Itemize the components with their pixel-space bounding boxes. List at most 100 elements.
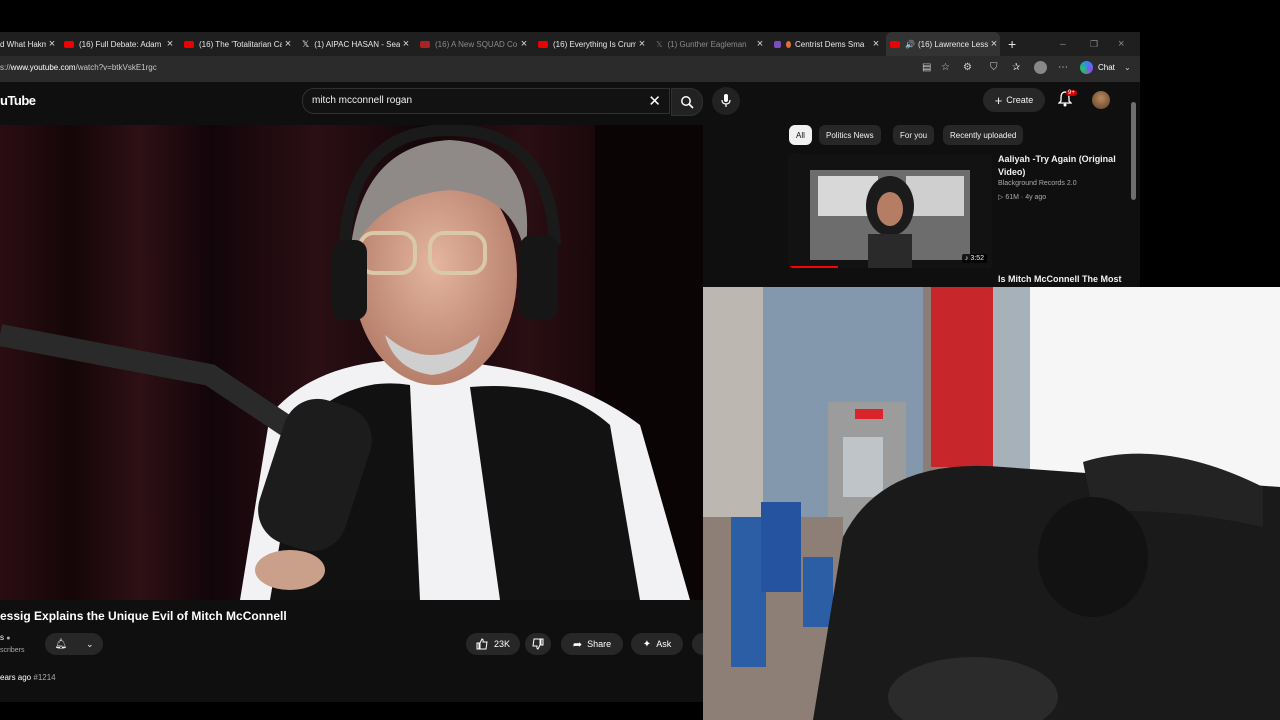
- copilot-icon[interactable]: [1080, 61, 1093, 74]
- webcam-feed: [703, 287, 1280, 720]
- new-tab-button[interactable]: +: [1008, 32, 1022, 56]
- video-frame: [0, 125, 703, 600]
- site-favicon-icon: [786, 40, 791, 48]
- close-tab-icon[interactable]: ×: [636, 38, 648, 50]
- close-window-icon[interactable]: ×: [1118, 32, 1130, 56]
- chip-politics-news[interactable]: Politics News: [819, 125, 881, 145]
- youtube-favicon-icon: [420, 40, 430, 48]
- close-tab-icon[interactable]: ×: [988, 38, 1000, 50]
- duration-text: 3:52: [970, 255, 984, 262]
- url-field[interactable]: s://www.youtube.com/watch?v=btkVskE1rgc: [0, 63, 157, 72]
- minimize-icon[interactable]: –: [1060, 32, 1072, 56]
- search-input[interactable]: mitch mcconnell rogan: [312, 95, 412, 106]
- browser-tab[interactable]: 𝕏 (1) AIPAC HASAN - Sear ×: [302, 32, 412, 56]
- url-host: www.youtube.com: [10, 63, 76, 72]
- scrollbar-thumb[interactable]: [1131, 102, 1136, 200]
- youtube-favicon-icon: [538, 40, 548, 48]
- sparkle-icon: ✦: [642, 638, 652, 650]
- chat-button[interactable]: Chat: [1098, 63, 1115, 72]
- close-tab-icon[interactable]: ×: [518, 38, 530, 50]
- close-tab-icon[interactable]: ×: [400, 38, 412, 50]
- browser-tab[interactable]: (16) A New SQUAD Co ×: [420, 32, 530, 56]
- create-button[interactable]: + Create: [983, 88, 1045, 112]
- thumbs-down-icon: [532, 638, 544, 650]
- ask-button[interactable]: ✦ Ask: [631, 633, 683, 655]
- youtube-favicon-icon: [64, 40, 74, 48]
- notification-bell-button[interactable]: 🔔︎ ⌄: [45, 633, 103, 655]
- tab-title: (16) A New SQUAD Co: [435, 39, 518, 49]
- recommendation-title[interactable]: Is Mitch McConnell The Most: [998, 274, 1122, 284]
- search-button[interactable]: [671, 88, 703, 116]
- x-favicon-icon: 𝕏: [656, 39, 663, 49]
- url-path: /watch?v=btkVskE1rgc: [75, 63, 157, 72]
- close-tab-icon[interactable]: ×: [282, 38, 294, 50]
- search-box[interactable]: mitch mcconnell rogan ✕: [302, 88, 670, 114]
- browser-tab[interactable]: Centrist Dems Sma ×: [774, 32, 882, 56]
- recommendation-title[interactable]: Aaliyah -Try Again (Original Video): [998, 153, 1128, 179]
- recommendation-thumbnail[interactable]: ♪ 3:52: [788, 154, 992, 268]
- create-label: Create: [1006, 95, 1034, 105]
- tab-title: (1) Gunther Eagleman: [667, 39, 747, 49]
- close-tab-icon[interactable]: ×: [870, 38, 882, 50]
- more-actions-button[interactable]: [692, 633, 703, 655]
- hashtag-link[interactable]: #1214: [33, 673, 55, 682]
- browser-tab-strip: d What Hakm × (16) Full Debate: Adam × (16…: [0, 32, 1140, 56]
- search-icon: [681, 96, 694, 109]
- favorite-star-icon[interactable]: ☆: [941, 62, 950, 73]
- like-button[interactable]: 23K: [466, 633, 520, 655]
- browser-tab[interactable]: d What Hakm ×: [0, 32, 58, 56]
- tab-title: (16) Lawrence Less: [917, 39, 988, 49]
- youtube-logo[interactable]: uTube: [0, 93, 36, 108]
- ask-label: Ask: [656, 639, 672, 649]
- video-meta: ears ago #1214: [0, 673, 56, 682]
- view-count: 61M: [1005, 194, 1019, 201]
- webcam-overlay: [703, 287, 1280, 720]
- account-avatar[interactable]: [1092, 91, 1110, 109]
- browser-tab[interactable]: 𝕏 (1) Gunther Eagleman ×: [656, 32, 766, 56]
- chip-all[interactable]: All: [789, 125, 812, 145]
- close-tab-icon[interactable]: ×: [46, 38, 58, 50]
- channel-name-text: s: [0, 633, 4, 642]
- dislike-button[interactable]: [525, 633, 551, 655]
- browser-essentials-icon[interactable]: ⛉: [990, 62, 998, 73]
- subscriber-count: scribers: [0, 647, 25, 654]
- tab-title: d What Hakm: [0, 39, 46, 49]
- substack-favicon-icon: [774, 40, 781, 48]
- favorites-icon[interactable]: ✰: [1012, 62, 1020, 73]
- chevron-down-icon[interactable]: ⌄: [1124, 63, 1131, 72]
- audio-playing-icon[interactable]: 🔊: [905, 40, 915, 49]
- share-icon: ➦: [572, 638, 583, 651]
- more-menu-icon[interactable]: ⋯: [1058, 62, 1068, 73]
- share-label: Share: [587, 639, 612, 649]
- share-button[interactable]: ➦ Share: [561, 633, 623, 655]
- voice-search-button[interactable]: [712, 87, 740, 115]
- chip-recently-uploaded[interactable]: Recently uploaded: [943, 125, 1024, 145]
- profile-icon[interactable]: [1034, 61, 1047, 74]
- extensions-icon[interactable]: ⚙: [963, 62, 972, 73]
- clear-search-icon[interactable]: ✕: [648, 92, 661, 110]
- browser-tab[interactable]: (16) Everything Is Crumb ×: [538, 32, 648, 56]
- chevron-down-icon: ⌄: [86, 638, 94, 649]
- tab-title: (1) AIPAC HASAN - Sear: [314, 39, 400, 49]
- x-favicon-icon: 𝕏: [302, 38, 310, 49]
- notification-badge: 9+: [1066, 90, 1077, 96]
- upload-age: 4y ago: [1025, 194, 1047, 201]
- chip-for-you[interactable]: For you: [893, 125, 935, 145]
- video-player[interactable]: [0, 125, 703, 600]
- browser-tab[interactable]: (16) Full Debate: Adam ×: [64, 32, 176, 56]
- tab-title: Centrist Dems Sma: [795, 39, 865, 49]
- tab-title: (16) Full Debate: Adam: [79, 39, 162, 49]
- tab-title: (16) The 'Totalitarian Ca: [199, 39, 282, 49]
- thumbnail-image: [788, 154, 992, 268]
- close-tab-icon[interactable]: ×: [754, 38, 766, 50]
- channel-name[interactable]: s ●: [0, 633, 10, 642]
- close-tab-icon[interactable]: ×: [164, 38, 176, 50]
- browser-tab[interactable]: (16) The 'Totalitarian Ca ×: [184, 32, 294, 56]
- video-title: essig Explains the Unique Evil of Mitch …: [0, 609, 287, 623]
- restore-icon[interactable]: ❐: [1090, 32, 1102, 56]
- reader-mode-icon[interactable]: ▤: [922, 62, 931, 73]
- address-bar: s://www.youtube.com/watch?v=btkVskE1rgc …: [0, 56, 1140, 82]
- browser-tab-active[interactable]: 🔊 (16) Lawrence Less ×: [886, 32, 1000, 56]
- recommendation-channel[interactable]: Blackground Records 2.0: [998, 180, 1077, 187]
- verified-icon: ●: [6, 635, 11, 642]
